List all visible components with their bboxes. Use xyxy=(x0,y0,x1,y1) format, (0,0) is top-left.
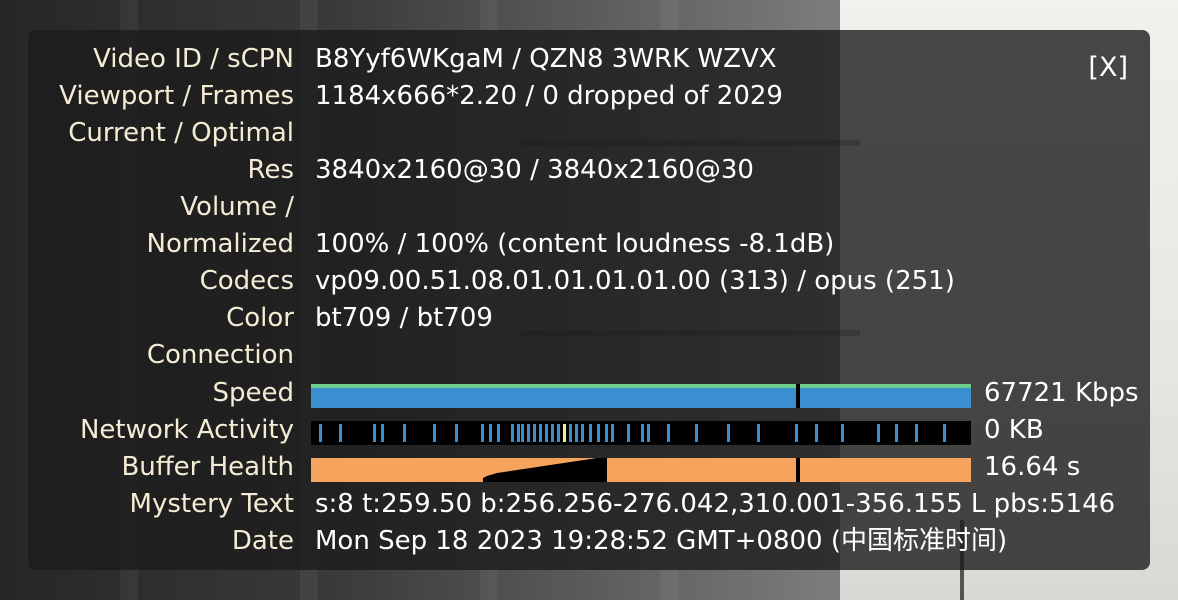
row-label: Date xyxy=(231,526,294,556)
row-color: Color bt709 / bt709 xyxy=(28,300,1150,337)
row-value: bt709 / bt709 xyxy=(315,303,493,333)
row-current-optimal: Current / Optimal xyxy=(28,115,1150,152)
network-tick xyxy=(455,424,458,442)
row-value: B8Yyf6WKgaM / QZN8 3WRK WZVX xyxy=(315,44,777,74)
network-tick xyxy=(527,424,530,442)
network-tick xyxy=(521,424,524,442)
row-label: Codecs xyxy=(199,266,294,296)
network-tick xyxy=(563,424,566,442)
graph-gap xyxy=(796,384,800,408)
network-tick xyxy=(373,424,376,442)
row-speed: Speed 67721 Kbps xyxy=(28,375,1150,412)
buffer-dip xyxy=(483,458,607,482)
network-tick xyxy=(575,424,578,442)
network-tick xyxy=(757,424,760,442)
network-tick xyxy=(877,424,880,442)
network-tick xyxy=(539,424,542,442)
network-tick xyxy=(611,424,614,442)
network-tick xyxy=(815,424,818,442)
network-tick xyxy=(545,424,548,442)
network-tick xyxy=(641,424,644,442)
network-activity-value: 0 KB xyxy=(984,415,1044,445)
row-label: Mystery Text xyxy=(129,489,294,519)
row-value: Mon Sep 18 2023 19:28:52 GMT+0800 (中国标准时… xyxy=(315,526,1008,556)
network-tick xyxy=(667,424,670,442)
speed-value: 67721 Kbps xyxy=(984,378,1139,408)
row-codecs: Codecs vp09.00.51.08.01.01.01.01.00 (313… xyxy=(28,263,1150,300)
speed-graph xyxy=(311,384,971,408)
row-buffer-health: Buffer Health 16.64 s xyxy=(28,449,1150,486)
network-tick xyxy=(581,424,584,442)
network-tick xyxy=(497,424,500,442)
row-label: Video ID / sCPN xyxy=(93,44,294,74)
row-label: Connection xyxy=(146,340,294,370)
graph-gap xyxy=(796,458,800,482)
network-tick xyxy=(695,424,698,442)
row-value: 100% / 100% (content loudness -8.1dB) xyxy=(315,229,835,259)
row-label: Normalized xyxy=(146,229,294,259)
row-viewport: Viewport / Frames 1184x666*2.20 / 0 drop… xyxy=(28,78,1150,115)
row-label: Viewport / Frames xyxy=(59,81,294,111)
row-video-id: Video ID / sCPN B8Yyf6WKgaM / QZN8 3WRK … xyxy=(28,41,1150,78)
network-tick xyxy=(511,424,514,442)
row-label: Buffer Health xyxy=(121,452,294,482)
network-tick xyxy=(433,424,436,442)
row-label: Res xyxy=(247,155,294,185)
network-tick xyxy=(403,424,406,442)
row-label: Current / Optimal xyxy=(68,118,294,148)
network-tick xyxy=(557,424,560,442)
network-tick xyxy=(533,424,536,442)
row-volume: Volume / xyxy=(28,189,1150,226)
row-res: Res 3840x2160@30 / 3840x2160@30 xyxy=(28,152,1150,189)
network-tick xyxy=(795,424,798,442)
network-tick xyxy=(551,424,554,442)
row-label: Speed xyxy=(212,378,294,408)
network-tick xyxy=(915,424,918,442)
network-tick xyxy=(481,424,484,442)
row-normalized: Normalized 100% / 100% (content loudness… xyxy=(28,226,1150,263)
network-tick xyxy=(943,424,946,442)
network-tick xyxy=(489,424,492,442)
row-connection: Connection xyxy=(28,337,1150,374)
row-value: 1184x666*2.20 / 0 dropped of 2029 xyxy=(315,81,783,111)
network-tick xyxy=(597,424,600,442)
row-label: Volume / xyxy=(180,192,294,222)
network-activity-graph xyxy=(311,421,971,445)
speed-peak-line xyxy=(311,384,971,388)
network-tick xyxy=(319,424,322,442)
row-value: vp09.00.51.08.01.01.01.01.00 (313) / opu… xyxy=(315,266,955,296)
row-date: Date Mon Sep 18 2023 19:28:52 GMT+0800 (… xyxy=(28,523,1150,560)
network-tick xyxy=(517,424,520,442)
row-mystery-text: Mystery Text s:8 t:259.50 b:256.256-276.… xyxy=(28,486,1150,523)
row-label: Color xyxy=(226,303,294,333)
row-label: Network Activity xyxy=(79,415,294,445)
network-tick xyxy=(569,424,572,442)
network-tick xyxy=(647,424,650,442)
network-tick xyxy=(339,424,342,442)
buffer-health-graph xyxy=(311,458,971,482)
network-tick xyxy=(589,424,592,442)
row-network-activity: Network Activity 0 KB xyxy=(28,412,1150,449)
stats-for-nerds-panel: [X] Video ID / sCPN B8Yyf6WKgaM / QZN8 3… xyxy=(28,30,1150,570)
network-tick xyxy=(895,424,898,442)
row-value: s:8 t:259.50 b:256.256-276.042,310.001-3… xyxy=(315,489,1116,519)
buffer-health-value: 16.64 s xyxy=(984,452,1081,482)
network-tick xyxy=(381,424,384,442)
network-tick xyxy=(627,424,630,442)
network-tick xyxy=(841,424,844,442)
network-tick xyxy=(727,424,730,442)
network-tick xyxy=(605,424,608,442)
row-value: 3840x2160@30 / 3840x2160@30 xyxy=(315,155,754,185)
